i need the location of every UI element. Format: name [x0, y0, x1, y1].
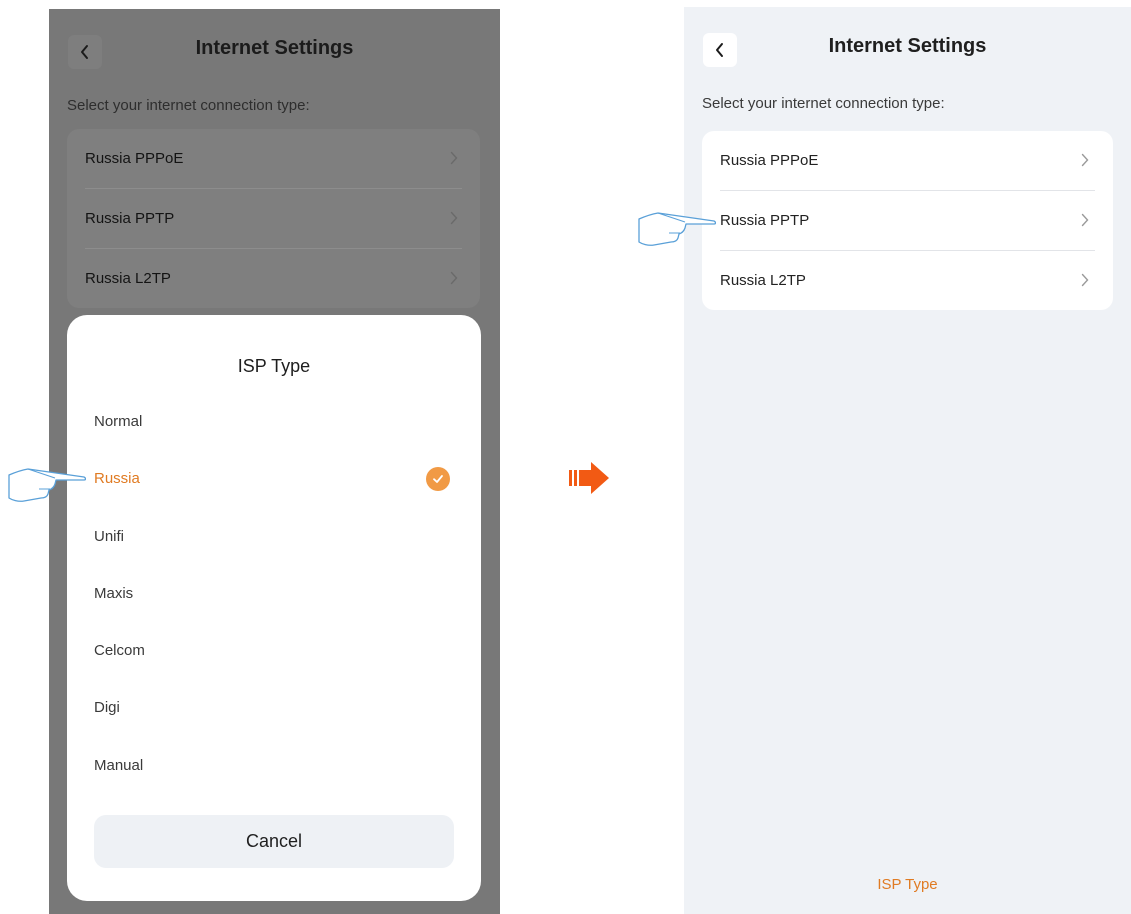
connection-type-label: Russia PPPoE [720, 152, 819, 169]
connection-type-label: Russia L2TP [85, 270, 171, 287]
connection-type-item[interactable]: Russia PPPoE [702, 131, 1113, 190]
isp-option-label: Russia [94, 469, 140, 487]
right-screen: Internet Settings Select your internet c… [684, 7, 1131, 914]
isp-option-label: Digi [94, 698, 120, 716]
connection-type-label: Russia PPPoE [85, 150, 184, 167]
isp-option-unifi[interactable]: Unifi [94, 516, 454, 556]
isp-type-link[interactable]: ISP Type [684, 876, 1131, 893]
chevron-right-icon [1081, 273, 1089, 287]
connection-type-label: Russia PPTP [85, 210, 175, 227]
isp-type-sheet: ISP Type Normal Russia Unifi Maxis Celco… [67, 315, 481, 901]
isp-option-label: Maxis [94, 584, 134, 602]
pointing-hand-icon [8, 468, 86, 502]
isp-option-russia[interactable]: Russia [94, 458, 454, 498]
stage: Internet Settings Select your internet c… [0, 0, 1131, 914]
chevron-right-icon [1081, 153, 1089, 167]
isp-option-digi[interactable]: Digi [94, 687, 454, 727]
header: Internet Settings [49, 9, 500, 89]
pointing-hand-icon [638, 212, 716, 246]
sheet-title: ISP Type [237, 356, 311, 376]
page-title: Internet Settings [828, 35, 987, 57]
chevron-right-icon [450, 211, 458, 225]
isp-option-label: Celcom [94, 641, 145, 659]
isp-option-normal[interactable]: Normal [94, 401, 454, 441]
chevron-right-icon [450, 151, 458, 165]
connection-type-label: Russia PPTP [720, 212, 810, 229]
connection-type-label: Russia L2TP [720, 272, 806, 289]
connection-type-item[interactable]: Russia PPPoE [67, 129, 480, 188]
header: Internet Settings [684, 7, 1131, 87]
isp-option-label: Unifi [94, 527, 125, 545]
connection-type-list: Russia PPPoE Russia PPTP Russia L2TP [67, 129, 480, 308]
connection-type-item[interactable]: Russia PPTP [702, 191, 1113, 250]
isp-option-label: Manual [94, 756, 144, 774]
isp-option-label: Normal [94, 412, 143, 430]
check-circle-icon [426, 467, 450, 491]
connection-type-item[interactable]: Russia PPTP [67, 189, 480, 248]
connection-type-item[interactable]: Russia L2TP [702, 251, 1113, 310]
arrow-right-icon [569, 462, 609, 494]
connection-type-prompt: Select your internet connection type: [67, 97, 310, 114]
page-title: Internet Settings [195, 37, 354, 59]
cancel-button[interactable]: Cancel [94, 815, 454, 868]
chevron-right-icon [450, 271, 458, 285]
connection-type-list: Russia PPPoE Russia PPTP Russia L2TP [702, 131, 1113, 310]
connection-type-item[interactable]: Russia L2TP [67, 249, 480, 308]
chevron-right-icon [1081, 213, 1089, 227]
left-screen: Internet Settings Select your internet c… [49, 9, 500, 914]
isp-option-manual[interactable]: Manual [94, 745, 454, 785]
connection-type-prompt: Select your internet connection type: [702, 95, 945, 112]
isp-option-maxis[interactable]: Maxis [94, 573, 454, 613]
isp-option-celcom[interactable]: Celcom [94, 630, 454, 670]
